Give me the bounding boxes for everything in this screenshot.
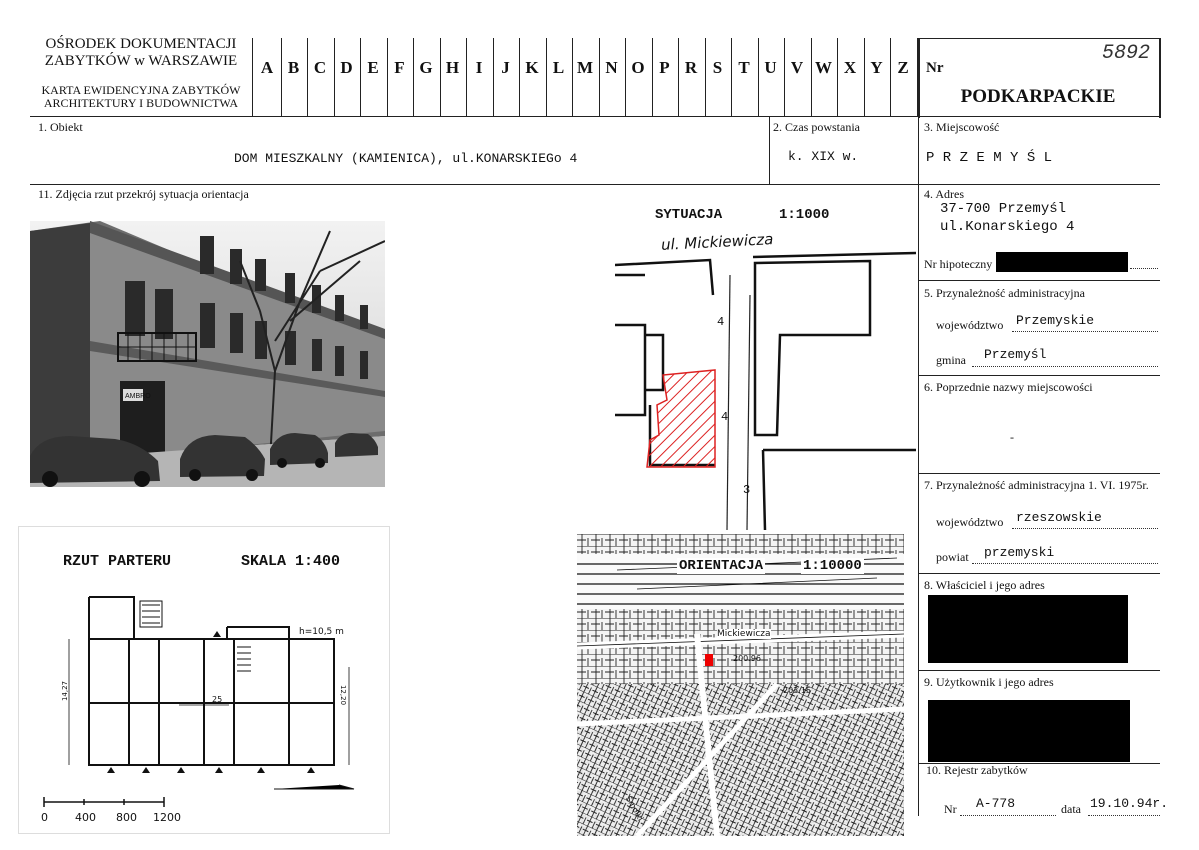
orientation-elev2: 203.15 xyxy=(783,686,811,695)
voivodeship1975-label: województwo xyxy=(936,515,1004,529)
prev-names-label: 6. Poprzednie nazwy miejscowości xyxy=(924,380,1093,394)
orientation-map: ORIENTACJA 1:10000 Mickiewicza 200.96 20… xyxy=(577,534,904,836)
register-label: 10. Rejestr zabytków xyxy=(926,763,1028,777)
letter-v: V xyxy=(790,58,804,77)
orientation-title: ORIENTACJA xyxy=(677,558,766,574)
redacted-mortgage-number xyxy=(996,252,1128,272)
letter-j: J xyxy=(501,58,510,77)
shop-sign: AMBRO xyxy=(125,393,151,400)
scale-tick-400: 400 xyxy=(75,811,96,824)
situation-num-b: 4 xyxy=(721,410,729,424)
plan-height-note: h=10,5 m xyxy=(299,627,344,637)
county-label: powiat xyxy=(936,550,969,564)
owner-label: 8. Właściciel i jego adres xyxy=(924,578,1045,592)
commune-value: Przemyśl xyxy=(984,347,1047,362)
admin1975-label: 7. Przynależność administracyjna 1. VI. … xyxy=(924,478,1149,492)
letter-t: T xyxy=(738,58,750,77)
floor-plan: RZUT PARTERU SKALA 1:400 h=10,5 m 25 14,… xyxy=(18,526,390,834)
place-value: P R Z E M Y Ś L xyxy=(926,150,1053,166)
register-nr-label: Nr xyxy=(944,802,957,816)
object-value: DOM MIESZKALNY (KAMIENICA), ul.KONARSKIE… xyxy=(234,151,578,166)
address-line1: 37-700 Przemyśl xyxy=(940,201,1067,217)
address-line2: ul.Konarskiego 4 xyxy=(940,219,1075,235)
orientation-elev1: 200.96 xyxy=(733,654,761,663)
photos-label: 11. Zdjęcia rzut przekrój sytuacja orien… xyxy=(38,187,249,201)
org-line2: ZABYTKÓW w WARSZAWIE xyxy=(44,53,238,69)
plan-dim-width: 25 xyxy=(212,695,223,704)
region-name: PODKARPACKIE xyxy=(960,86,1116,107)
letter-h: H xyxy=(445,58,460,77)
letter-r: R xyxy=(684,58,698,77)
user-label: 9. Użytkownik i jego adres xyxy=(924,675,1054,689)
situation-map: SYTUACJA 1:1000 ul. Mickiewicza 4 4 3 xyxy=(614,195,917,531)
letter-o: O xyxy=(631,58,645,77)
period-label: 2. Czas powstania xyxy=(773,120,860,134)
letter-z: Z xyxy=(897,58,909,77)
letter-b: B xyxy=(287,58,300,77)
voivodeship-label: województwo xyxy=(936,318,1004,332)
nr-value: 5892 xyxy=(1102,42,1151,65)
letter-g: G xyxy=(419,58,433,77)
situation-title: SYTUACJA xyxy=(655,207,723,223)
letter-e: E xyxy=(367,58,379,77)
letter-d: D xyxy=(340,58,353,77)
voivodeship-value: Przemyskie xyxy=(1016,313,1095,328)
register-nr-value: A-778 xyxy=(976,796,1016,811)
nr-label: Nr xyxy=(926,60,944,76)
letter-s: S xyxy=(712,58,723,77)
letter-p: P xyxy=(659,58,670,77)
letter-c: C xyxy=(313,58,327,77)
scale-tick-1200: 1200 xyxy=(153,811,181,824)
register-date-label: data xyxy=(1061,802,1081,816)
mortgage-dots xyxy=(1130,268,1158,269)
object-label: 1. Obiekt xyxy=(38,120,83,134)
letter-u: U xyxy=(764,58,777,77)
plan-dim-right: 12,20 xyxy=(339,684,348,706)
letter-w: W xyxy=(815,58,832,77)
letter-f: F xyxy=(394,58,405,77)
admin-label: 5. Przynależność administracyjna xyxy=(924,286,1085,300)
org-name: OŚRODEK DOKUMENTACJI ZABYTKÓW w WARSZAWI… xyxy=(30,36,252,70)
letter-x: X xyxy=(843,58,857,77)
letter-m: M xyxy=(576,58,594,77)
situation-num-a: 4 xyxy=(717,315,725,329)
commune-label: gmina xyxy=(936,353,966,367)
scale-tick-800: 800 xyxy=(116,811,137,824)
county-value: przemyski xyxy=(984,545,1055,560)
orientation-scale: 1:10000 xyxy=(801,558,864,574)
register-date-value: 19.10.94r. xyxy=(1090,796,1169,811)
letter-i: I xyxy=(475,58,483,77)
letter-n: N xyxy=(605,58,618,77)
prev-names-value: - xyxy=(1010,430,1014,444)
mortgage-label: Nr hipoteczny xyxy=(924,257,993,271)
plan-dim-left: 14,27 xyxy=(61,680,70,702)
building-photo: AMBRO xyxy=(30,221,385,487)
orientation-street: Mickiewicza xyxy=(717,629,771,639)
card-type: KARTA EWIDENCYJNA ZABYTKÓW ARCHITEKTURY … xyxy=(30,84,252,110)
situation-scale: 1:1000 xyxy=(779,207,830,223)
card-line2: ARCHITEKTURY I BUDOWNICTWA xyxy=(43,96,239,110)
period-value: k. XIX w. xyxy=(788,149,859,164)
letter-k: K xyxy=(525,58,539,77)
redacted-owner xyxy=(928,595,1128,663)
redacted-user xyxy=(928,700,1130,762)
letter-l: L xyxy=(552,58,565,77)
letter-a: A xyxy=(260,58,274,77)
situation-num-c: 3 xyxy=(743,483,751,497)
scale-tick-0: 0 xyxy=(41,811,48,824)
letter-y: Y xyxy=(870,58,883,77)
address-label: 4. Adres xyxy=(924,187,964,201)
voivodeship1975-value: rzeszowskie xyxy=(1016,510,1102,525)
org-line1: OŚRODEK DOKUMENTACJI xyxy=(45,36,237,52)
place-label: 3. Miejscowość xyxy=(924,120,1000,134)
